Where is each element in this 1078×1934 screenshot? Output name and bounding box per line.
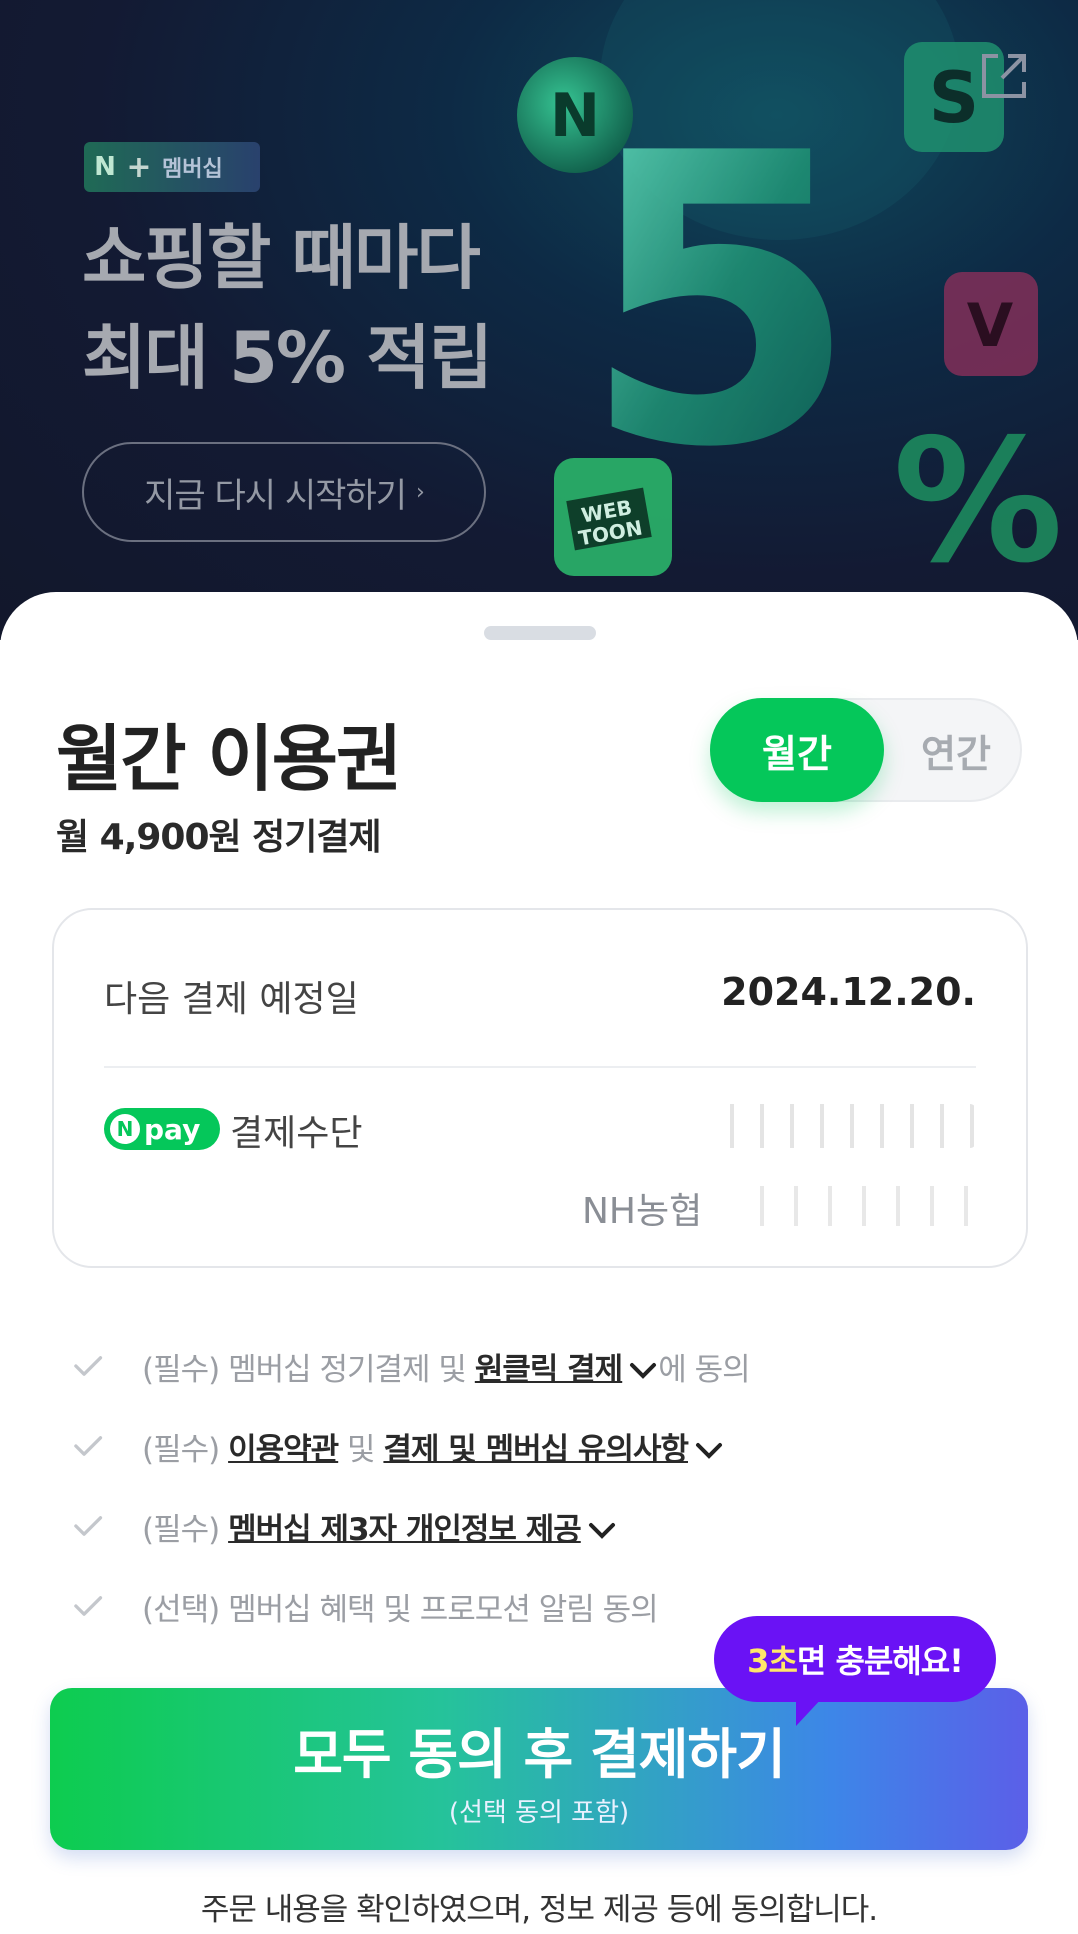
next-payment-label: 다음 결제 예정일: [104, 979, 359, 1020]
agreement-list: (필수) 멤버십 정기결제 및 원클릭 결제 에 동의 (필수) 이용약관 및 결…: [56, 1326, 1036, 1646]
payment-bottom-sheet: 월간 이용권 월 4,900원 정기결제 월간 연간 다음 결제 예정일 202…: [0, 592, 1078, 1934]
payment-method-masked[interactable]: [716, 1104, 976, 1148]
plus-icon: +: [126, 149, 152, 185]
agree-all-and-pay-button[interactable]: 모두 동의 후 결제하기 (선택 동의 포함): [50, 1688, 1028, 1850]
sheet-drag-handle[interactable]: [484, 626, 596, 640]
plan-title: 월간 이용권: [56, 717, 402, 801]
percent-text: %: [893, 403, 1063, 600]
membership-label: 멤버십: [162, 157, 223, 182]
npay-logo: N pay: [104, 1108, 220, 1150]
billing-period-toggle[interactable]: 월간 연간: [710, 698, 1022, 802]
banner-headline: 쇼핑할 때마다 최대 5% 적립: [82, 208, 562, 408]
external-link-icon[interactable]: [978, 50, 1030, 102]
agreement-item[interactable]: (필수) 멤버십 제3자 개인정보 제공: [56, 1486, 1036, 1566]
npay-n-icon: N: [110, 1114, 140, 1144]
tooltip-highlight: 3초: [747, 1642, 798, 1680]
npay-text: pay: [144, 1112, 201, 1146]
agreement-text: (필수) 멤버십 제3자 개인정보 제공: [142, 1504, 617, 1549]
plan-price: 월 4,900원 정기결제: [56, 817, 382, 858]
headline-line-1: 쇼핑할 때마다: [82, 217, 481, 299]
divider: [104, 1066, 976, 1068]
payment-method-label: 결제수단: [230, 1113, 363, 1154]
webtoon-tile: WEB TOON: [554, 458, 672, 576]
bank-name: NH농협: [582, 1191, 703, 1232]
next-payment-date: 2024.12.20.: [721, 970, 976, 1014]
promo-banner[interactable]: N 5 S V % WEB TOON N + 멤버십 쇼핑할 때마다 최대 5%…: [0, 0, 1078, 640]
restart-button[interactable]: 지금 다시 시작하기 ›: [82, 442, 486, 542]
payment-info-card: 다음 결제 예정일 2024.12.20. N pay 결제수단 NH농협: [52, 908, 1028, 1268]
agreement-text: (필수) 멤버십 정기결제 및 원클릭 결제 에 동의: [142, 1351, 751, 1388]
cta-sub-label: (선택 동의 포함): [448, 1798, 630, 1828]
payment-notice-link[interactable]: 결제 및 멤버십 유의사항: [383, 1432, 689, 1468]
oneclick-payment-link[interactable]: 원클릭 결제: [475, 1352, 623, 1388]
tooltip-rest: 면 충분해요!: [796, 1642, 964, 1680]
tooltip-tail: [796, 1696, 824, 1726]
toggle-monthly[interactable]: 월간: [710, 698, 884, 802]
consent-footnote: 주문 내용을 확인하였으며, 정보 제공 등에 동의합니다.: [200, 1892, 878, 1928]
speed-tooltip: 3초 면 충분해요!: [714, 1616, 996, 1726]
brand-n-logo: N: [94, 152, 116, 182]
cube-letter: S: [929, 57, 979, 139]
cta-main-label: 모두 동의 후 결제하기: [293, 1723, 786, 1786]
agreement-item[interactable]: (필수) 이용약관 및 결제 및 멤버십 유의사항: [56, 1406, 1036, 1486]
agreement-text: (선택) 멤버십 혜택 및 프로모션 알림 동의: [142, 1591, 659, 1628]
restart-button-label: 지금 다시 시작하기: [144, 475, 407, 516]
terms-link[interactable]: 이용약관: [228, 1432, 339, 1468]
chevron-down-icon[interactable]: [587, 1521, 617, 1541]
check-icon[interactable]: [56, 1566, 112, 1646]
headline-line-2: 최대 5% 적립: [82, 317, 493, 399]
chevron-down-icon[interactable]: [694, 1441, 724, 1461]
agreement-item[interactable]: (필수) 멤버십 정기결제 및 원클릭 결제 에 동의: [56, 1326, 1036, 1406]
svg-text:V: V: [967, 291, 1014, 361]
naver-plus-membership-badge: N + 멤버십: [84, 142, 260, 192]
toggle-yearly[interactable]: 연간: [890, 700, 1022, 800]
check-icon[interactable]: [56, 1406, 112, 1486]
check-icon[interactable]: [56, 1486, 112, 1566]
check-icon[interactable]: [56, 1326, 112, 1406]
third-party-info-link[interactable]: 멤버십 제3자 개인정보 제공: [228, 1512, 582, 1548]
bank-account-masked: [744, 1186, 980, 1226]
chevron-down-icon[interactable]: [628, 1361, 658, 1381]
agreement-text: (필수) 이용약관 및 결제 및 멤버십 유의사항: [142, 1424, 724, 1469]
tooltip-text: 3초 면 충분해요!: [714, 1616, 996, 1702]
chevron-right-icon: ›: [416, 479, 425, 505]
